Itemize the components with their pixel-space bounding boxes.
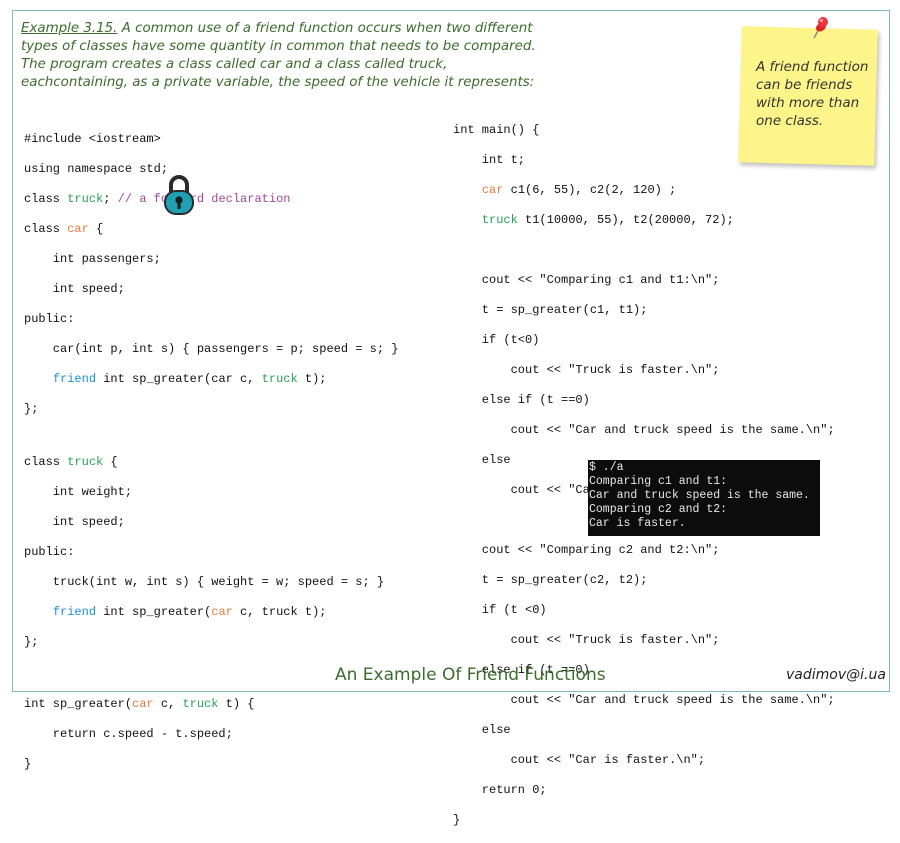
- left-code-block: #include <iostream> using namespace std;…: [24, 117, 398, 787]
- padlock-icon: [164, 175, 194, 215]
- code-line: cout << "Car is faster.\n";: [453, 753, 706, 767]
- code-line: else: [453, 723, 511, 737]
- terminal-line: Comparing c1 and t1:: [589, 475, 728, 488]
- code-line: cout << "Comparing c1 and t1:\n";: [453, 273, 720, 287]
- code-line: if (t<0): [453, 333, 540, 347]
- terminal-line: Comparing c2 and t2:: [589, 503, 728, 516]
- sticky-note-text: A friend function can be friends with mo…: [756, 59, 869, 129]
- code-line: int weight;: [24, 485, 133, 499]
- slide-title: An Example Of Friend Functions: [335, 665, 606, 685]
- code-line: friend int sp_greater(car c, truck t);: [52, 372, 327, 386]
- code-line: t = sp_greater(c1, t1);: [453, 303, 648, 317]
- code-line: truck t1(10000, 55), t2(20000, 72);: [481, 213, 734, 227]
- code-line: return 0;: [453, 783, 547, 797]
- code-line: friend int sp_greater(car c, truck t);: [52, 605, 327, 619]
- code-line: cout << "Truck is faster.\n";: [453, 633, 720, 647]
- code-line: t = sp_greater(c2, t2);: [453, 573, 648, 587]
- code-line: public:: [24, 545, 75, 559]
- code-line: }: [24, 757, 32, 771]
- code-line: int speed;: [24, 515, 125, 529]
- code-line: cout << "Car and truck speed is the same…: [453, 423, 835, 437]
- code-line: using namespace std;: [24, 162, 169, 176]
- code-comment: // a forward declaration: [117, 192, 291, 206]
- code-line: class car {: [24, 222, 104, 236]
- code-line: int passengers;: [24, 252, 161, 266]
- code-line: else if (t ==0): [453, 393, 590, 407]
- pushpin-icon: [813, 17, 828, 39]
- code-line: };: [24, 635, 39, 649]
- code-line: cout << "Truck is faster.\n";: [453, 363, 720, 377]
- code-line: }: [453, 813, 461, 827]
- terminal-line: Car is faster.: [589, 517, 686, 530]
- example-label: Example 3.15.: [21, 21, 118, 36]
- code-line: public:: [24, 312, 75, 326]
- author-email: vadimov@i.ua: [786, 667, 886, 683]
- terminal-line: $ ./a: [589, 461, 624, 474]
- terminal-line: Car and truck speed is the same.: [589, 489, 810, 502]
- code-line: cout << "Car and truck speed is the same…: [453, 693, 835, 707]
- code-line: int speed;: [24, 282, 125, 296]
- code-line: int sp_greater(car c, truck t) {: [24, 697, 255, 711]
- code-line: class truck; // a forward declaration: [24, 192, 291, 206]
- code-line: class truck {: [24, 455, 118, 469]
- code-line: if (t <0): [453, 603, 547, 617]
- code-line: cout << "Comparing c2 and t2:\n";: [453, 543, 720, 557]
- code-line: car c1(6, 55), c2(2, 120) ;: [481, 183, 677, 197]
- code-line: #include <iostream>: [24, 132, 161, 146]
- code-line: };: [24, 402, 39, 416]
- code-line: return c.speed - t.speed;: [24, 727, 233, 741]
- code-line: truck(int w, int s) { weight = w; speed …: [24, 575, 385, 589]
- intro-paragraph: Example 3.15. A common use of a friend f…: [21, 20, 541, 92]
- terminal-output: $ ./a Comparing c1 and t1: Car and truck s…: [588, 460, 820, 536]
- code-line: car(int p, int s) { passengers = p; spee…: [24, 342, 399, 356]
